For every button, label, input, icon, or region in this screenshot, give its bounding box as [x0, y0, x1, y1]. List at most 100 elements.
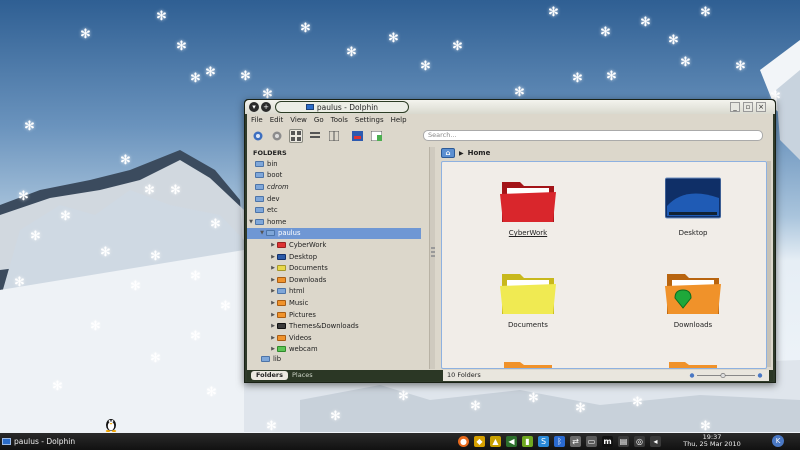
tree-row-documents[interactable]: ▶ Documents: [247, 262, 421, 274]
content-scrollbar[interactable]: [767, 161, 771, 367]
status-folder-count: 10 Folders: [447, 371, 481, 379]
tray-arrow-icon[interactable]: ◂: [650, 436, 661, 447]
tree-row-paulus[interactable]: ▼ paulus: [247, 227, 421, 240]
tree-row-videos[interactable]: ▶ Videos: [247, 332, 421, 344]
folders-scrollbar[interactable]: [429, 147, 435, 369]
battery-icon[interactable]: ▮: [522, 436, 533, 447]
menu-help[interactable]: Help: [391, 116, 407, 126]
folder-item-documents[interactable]: Documents: [478, 268, 578, 329]
collapsed-arrow-icon[interactable]: ▶: [269, 288, 277, 294]
tab-places[interactable]: Places: [287, 371, 318, 380]
folder-icon: [500, 182, 556, 222]
tree-row-boot[interactable]: boot: [247, 170, 421, 182]
collapsed-arrow-icon[interactable]: ▶: [269, 254, 277, 260]
tree-row-html[interactable]: ▶ html: [247, 286, 421, 298]
collapsed-arrow-icon[interactable]: ▶: [269, 300, 277, 306]
kde-menu-icon[interactable]: K: [772, 435, 784, 447]
settings-gear-icon[interactable]: [270, 129, 284, 143]
folder-item-desktop[interactable]: Desktop: [643, 176, 743, 237]
folder-icon: [255, 160, 264, 167]
columns-view-button[interactable]: [327, 129, 341, 143]
task-dolphin[interactable]: paulus - Dolphin: [2, 435, 75, 448]
collapsed-arrow-icon[interactable]: ▶: [269, 242, 277, 248]
collapsed-arrow-icon[interactable]: ▶: [269, 277, 277, 283]
task-label: paulus - Dolphin: [14, 437, 76, 446]
split-view-icon[interactable]: [369, 129, 383, 143]
clock[interactable]: 19:37 Thu, 25 Mar 2010: [680, 434, 744, 448]
menu-settings[interactable]: Settings: [355, 116, 384, 126]
sticky-button[interactable]: +: [261, 102, 271, 112]
folder-item-downloads[interactable]: Downloads: [643, 268, 743, 329]
window-menu-button[interactable]: ▾: [249, 102, 259, 112]
folder-icon: [255, 218, 264, 225]
collapsed-arrow-icon[interactable]: ▶: [269, 265, 277, 271]
tree-row-pictures[interactable]: ▶ Pictures: [247, 309, 421, 321]
tux-tray-icon[interactable]: ◆: [474, 436, 485, 447]
tree-label: webcam: [289, 345, 318, 354]
icons-view-button[interactable]: [289, 129, 303, 143]
expanded-arrow-icon[interactable]: ▼: [247, 219, 255, 225]
folder-item-label: CyberWork: [508, 229, 548, 237]
folder-icon: [266, 230, 275, 237]
close-button[interactable]: ×: [756, 102, 766, 112]
tree-row-music[interactable]: ▶ Music: [247, 297, 421, 309]
menu-go[interactable]: Go: [314, 116, 324, 126]
device-icon[interactable]: ▭: [586, 436, 597, 447]
tree-row-desktop[interactable]: ▶ Desktop: [247, 251, 421, 263]
tree-row-cyberwork[interactable]: ▶ CyberWork: [247, 239, 421, 251]
menu-view[interactable]: View: [290, 116, 307, 126]
preview-icon[interactable]: [350, 129, 364, 143]
bluetooth-icon[interactable]: ᛒ: [554, 436, 565, 447]
tree-row-dev[interactable]: dev: [247, 193, 421, 205]
folder-icon: [277, 276, 286, 283]
menu-edit[interactable]: Edit: [270, 116, 284, 126]
zoom-slider[interactable]: [689, 373, 763, 378]
volume-icon[interactable]: ◀: [506, 436, 517, 447]
folder-icon: [261, 355, 270, 362]
search-input[interactable]: Search...: [423, 130, 763, 141]
minimize-button[interactable]: _: [730, 102, 740, 112]
monitor-icon: [305, 104, 314, 110]
tree-row-lib[interactable]: lib: [247, 353, 281, 365]
menu-tools[interactable]: Tools: [331, 116, 348, 126]
power-icon[interactable]: ◎: [634, 436, 645, 447]
menu-file[interactable]: File: [251, 116, 263, 126]
window-title: paulus - Dolphin: [275, 101, 409, 113]
network-icon[interactable]: ⇄: [570, 436, 581, 447]
skype-icon[interactable]: S: [538, 436, 549, 447]
clipboard-icon[interactable]: ▤: [618, 436, 629, 447]
tree-row-downloads[interactable]: ▶ Downloads: [247, 274, 421, 286]
breadcrumb: ⌂ ▶ Home: [441, 147, 490, 159]
firefox-icon[interactable]: ●: [458, 436, 469, 447]
tree-row-home[interactable]: ▼ home: [247, 216, 421, 228]
tree-row-etc[interactable]: etc: [247, 204, 421, 216]
title-bar[interactable]: ▾ + paulus - Dolphin _ ▫ ×: [245, 100, 775, 114]
details-view-button[interactable]: [308, 129, 322, 143]
icon-view: CyberWork Desktop Documents Downloads: [441, 161, 767, 369]
expanded-arrow-icon[interactable]: ▼: [258, 230, 266, 236]
menu-bar: File Edit View Go Tools Settings Help: [251, 116, 407, 126]
collapsed-arrow-icon[interactable]: ▶: [269, 346, 277, 352]
tree-label: home: [267, 217, 287, 226]
tux-icon[interactable]: [104, 416, 118, 432]
tree-row-cdrom[interactable]: cdrom: [247, 181, 421, 193]
status-area: Folders Places 10 Folders: [247, 370, 773, 381]
tree-row-bin[interactable]: bin: [247, 158, 421, 170]
folder-icon[interactable]: [665, 360, 721, 369]
mail-icon[interactable]: m: [602, 436, 613, 447]
tab-folders[interactable]: Folders: [251, 371, 289, 380]
maximize-button[interactable]: ▫: [743, 102, 753, 112]
folder-icon: [665, 274, 721, 314]
tree-row-themes-downloads[interactable]: ▶ Themes&Downloads: [247, 320, 421, 332]
folder-icon[interactable]: [500, 360, 556, 369]
collapsed-arrow-icon[interactable]: ▶: [269, 312, 277, 318]
home-icon[interactable]: ⌂: [441, 148, 455, 158]
collapsed-arrow-icon[interactable]: ▶: [269, 323, 277, 329]
collapsed-arrow-icon[interactable]: ▶: [269, 335, 277, 341]
back-gear-icon[interactable]: [251, 129, 265, 143]
toolbar: Search...: [251, 128, 769, 144]
warning-icon[interactable]: ▲: [490, 436, 501, 447]
folder-item-cyberwork[interactable]: CyberWork: [478, 176, 578, 237]
breadcrumb-home[interactable]: Home: [468, 149, 491, 157]
clock-date: Thu, 25 Mar 2010: [683, 440, 741, 448]
